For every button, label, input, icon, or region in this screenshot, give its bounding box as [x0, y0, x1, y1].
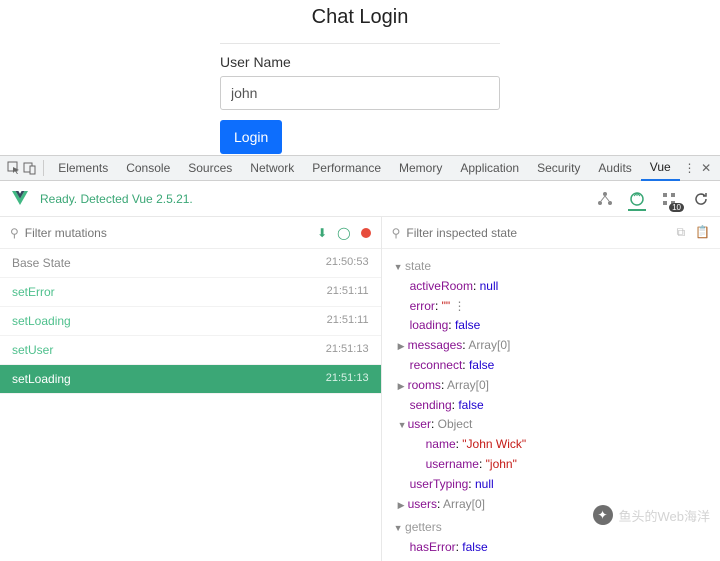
clipboard-icon[interactable]: 📋: [695, 225, 710, 240]
devtools-tab-sources[interactable]: Sources: [179, 155, 241, 181]
mutation-row[interactable]: setLoading21:51:11: [0, 307, 381, 336]
search-icon: ⚲: [392, 226, 401, 240]
filter-bar-state: ⚲ ⧉ 📋: [382, 217, 720, 249]
mutation-row[interactable]: Base State21:50:53: [0, 249, 381, 278]
devtools-tabbar: ElementsConsoleSourcesNetworkPerformance…: [0, 155, 720, 181]
devtools-tab-memory[interactable]: Memory: [390, 155, 451, 181]
wechat-icon: ✦: [593, 505, 613, 525]
login-button[interactable]: Login: [220, 120, 282, 154]
watermark: ✦ 鱼头的Web海洋: [593, 505, 711, 525]
mutation-row[interactable]: setLoading21:51:13: [0, 365, 381, 394]
devtools-tab-elements[interactable]: Elements: [49, 155, 117, 181]
devtools-menu-icon[interactable]: ⋮: [682, 159, 698, 177]
copy-icon[interactable]: ⧉: [676, 225, 685, 240]
filter-mutations-input[interactable]: [25, 226, 317, 240]
search-icon: ⚲: [10, 226, 19, 240]
filter-state-input[interactable]: [406, 226, 676, 240]
vue-status-text: Ready. Detected Vue 2.5.21.: [40, 192, 596, 206]
username-label: User Name: [220, 54, 500, 70]
divider: [220, 43, 500, 44]
inspect-icon[interactable]: [6, 159, 22, 177]
devtools-tab-audits[interactable]: Audits: [589, 155, 640, 181]
record-icon[interactable]: [361, 228, 371, 238]
mutation-row[interactable]: setError21:51:11: [0, 278, 381, 307]
devtools-close-icon[interactable]: ✕: [698, 159, 714, 177]
mutations-panel: ⚲ ⬇ ◯ Base State21:50:53setError21:51:11…: [0, 217, 382, 561]
mutation-list: Base State21:50:53setError21:51:11setLoa…: [0, 249, 381, 561]
mutation-row[interactable]: setUser21:51:13: [0, 336, 381, 365]
commit-all-icon[interactable]: ◯: [337, 226, 350, 240]
vuex-tab-icon[interactable]: [628, 193, 646, 211]
devtools-tab-vue[interactable]: Vue: [641, 155, 680, 181]
devtools-tab-console[interactable]: Console: [117, 155, 179, 181]
vue-logo-icon: [10, 189, 30, 209]
events-tab-icon[interactable]: 10: [660, 190, 678, 208]
state-section[interactable]: state: [388, 257, 720, 277]
devtools-tab-network[interactable]: Network: [241, 155, 303, 181]
filter-bar-mutations: ⚲ ⬇ ◯: [0, 217, 381, 249]
devtools-tab-security[interactable]: Security: [528, 155, 589, 181]
refresh-icon[interactable]: [692, 190, 710, 208]
form-title: Chat Login: [312, 6, 409, 29]
events-badge: 10: [669, 203, 684, 212]
devtools-tab-performance[interactable]: Performance: [303, 155, 390, 181]
device-icon[interactable]: [23, 159, 39, 177]
login-form: Chat Login User Name Login: [0, 0, 720, 155]
devtools-tab-application[interactable]: Application: [451, 155, 528, 181]
components-tab-icon[interactable]: [596, 190, 614, 208]
download-icon[interactable]: ⬇: [317, 226, 327, 240]
divider: [43, 160, 44, 176]
vue-devtools-header: Ready. Detected Vue 2.5.21. 10: [0, 181, 720, 217]
username-input[interactable]: [220, 76, 500, 110]
